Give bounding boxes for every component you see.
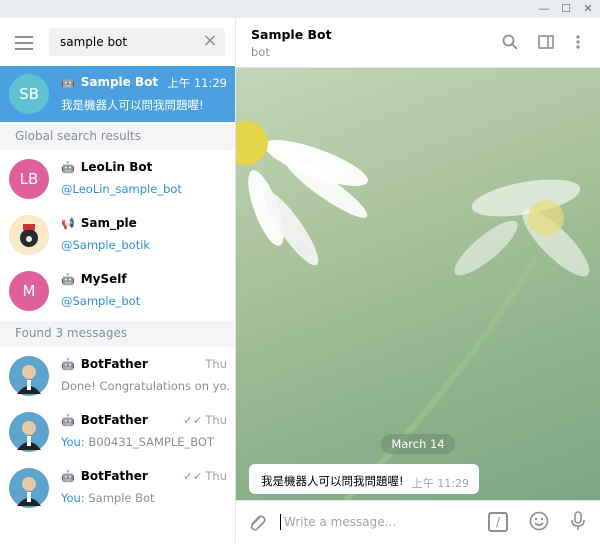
chat-preview: 我是機器人可以問我問題喔!: [61, 98, 204, 112]
message-time: ✓✓ Thu: [183, 413, 227, 427]
section-header-messages: Found 3 messages: [0, 321, 235, 347]
chat-time: 上午 11:29: [167, 76, 227, 90]
message-time: Thu: [205, 357, 227, 371]
bot-icon: 🤖: [61, 470, 75, 483]
chat-item-sample-bot[interactable]: SB 🤖 Sample Bot 上午 11:29 我是機器人可以問我問題喔!: [0, 66, 235, 122]
microphone-icon[interactable]: [570, 511, 586, 536]
avatar: LB: [9, 159, 49, 199]
chat-pane: Sample Bot bot March 14 我是機器人可以問我問題喔! 上午…: [236, 18, 600, 544]
search-icon[interactable]: [501, 34, 519, 52]
result-name: 📢 Sam_ple: [61, 216, 137, 230]
bot-icon: 🤖: [61, 358, 75, 371]
attach-icon[interactable]: [248, 512, 266, 537]
result-name: 🤖 MySelf: [61, 272, 127, 286]
bot-icon: 🤖: [61, 273, 75, 286]
window-titlebar: — ☐ ✕: [0, 0, 600, 18]
message-bubble[interactable]: 我是機器人可以問我問題喔! 上午 11:29: [249, 464, 479, 494]
global-result-sam-ple[interactable]: 📢 Sam_ple @Sample_botik: [0, 207, 235, 263]
double-check-icon: ✓✓: [183, 413, 203, 427]
avatar: M: [9, 271, 49, 311]
message-sender: 🤖 BotFather: [61, 413, 148, 427]
global-result-myself[interactable]: M 🤖 MySelf @Sample_bot: [0, 263, 235, 319]
section-header-global: Global search results: [0, 124, 235, 150]
chat-header: Sample Bot bot: [236, 18, 600, 68]
more-icon[interactable]: [569, 34, 587, 52]
message-snippet: Done! Congratulations on yo...: [61, 379, 229, 393]
menu-icon[interactable]: [15, 36, 33, 54]
date-badge: March 14: [381, 434, 455, 454]
avatar: [9, 356, 49, 396]
double-check-icon: ✓✓: [183, 469, 203, 483]
message-result[interactable]: 🤖 BotFather Thu Done! Congratulations on …: [0, 348, 235, 404]
message-snippet: You: Sample Bot: [61, 491, 155, 505]
avatar: [9, 215, 49, 255]
chat-background: March 14 我是機器人可以問我問題喔! 上午 11:29: [236, 68, 600, 500]
message-composer: Write a message... /: [236, 500, 600, 544]
avatar: [9, 468, 49, 508]
message-time: ✓✓ Thu: [183, 469, 227, 483]
bot-icon: 🤖: [61, 414, 75, 427]
maximize-icon[interactable]: ☐: [556, 1, 576, 17]
emoji-icon[interactable]: [529, 511, 549, 536]
bot-icon: 🤖: [61, 161, 75, 174]
message-result[interactable]: 🤖 BotFather ✓✓ Thu You: Sample Bot: [0, 460, 235, 516]
sidebar-toggle-icon[interactable]: [537, 34, 555, 52]
message-result[interactable]: 🤖 BotFather ✓✓ Thu You: B00431_SAMPLE_BOT: [0, 404, 235, 460]
message-text: 我是機器人可以問我問題喔!: [261, 474, 404, 488]
result-username: @LeoLin_sample_bot: [61, 182, 182, 196]
global-result-leolin[interactable]: LB 🤖 LeoLin Bot @LeoLin_sample_bot: [0, 151, 235, 207]
search-input[interactable]: sample bot ×: [49, 28, 225, 56]
minimize-icon[interactable]: —: [534, 1, 554, 17]
result-name: 🤖 LeoLin Bot: [61, 160, 153, 174]
message-input[interactable]: Write a message...: [284, 515, 396, 529]
message-sender: 🤖 BotFather: [61, 357, 148, 371]
chat-title[interactable]: Sample Bot: [251, 27, 332, 42]
commands-icon[interactable]: /: [488, 512, 508, 532]
megaphone-icon: 📢: [61, 217, 75, 230]
result-username: @Sample_bot: [61, 294, 141, 308]
chat-status: bot: [251, 45, 270, 59]
text-cursor: [280, 514, 281, 530]
result-username: @Sample_botik: [61, 238, 151, 252]
message-time: 上午 11:29: [411, 477, 469, 490]
avatar: SB: [9, 74, 49, 114]
message-sender: 🤖 BotFather: [61, 469, 148, 483]
search-value[interactable]: sample bot: [60, 35, 127, 49]
chat-name: 🤖 Sample Bot: [61, 75, 159, 89]
close-icon[interactable]: ×: [201, 32, 219, 50]
close-window-icon[interactable]: ✕: [578, 1, 598, 17]
message-snippet: You: B00431_SAMPLE_BOT: [61, 435, 215, 449]
sidebar: sample bot × SB 🤖 Sample Bot 上午 11:29 我是機…: [0, 18, 236, 543]
avatar: [9, 412, 49, 452]
bot-icon: 🤖: [61, 76, 75, 89]
